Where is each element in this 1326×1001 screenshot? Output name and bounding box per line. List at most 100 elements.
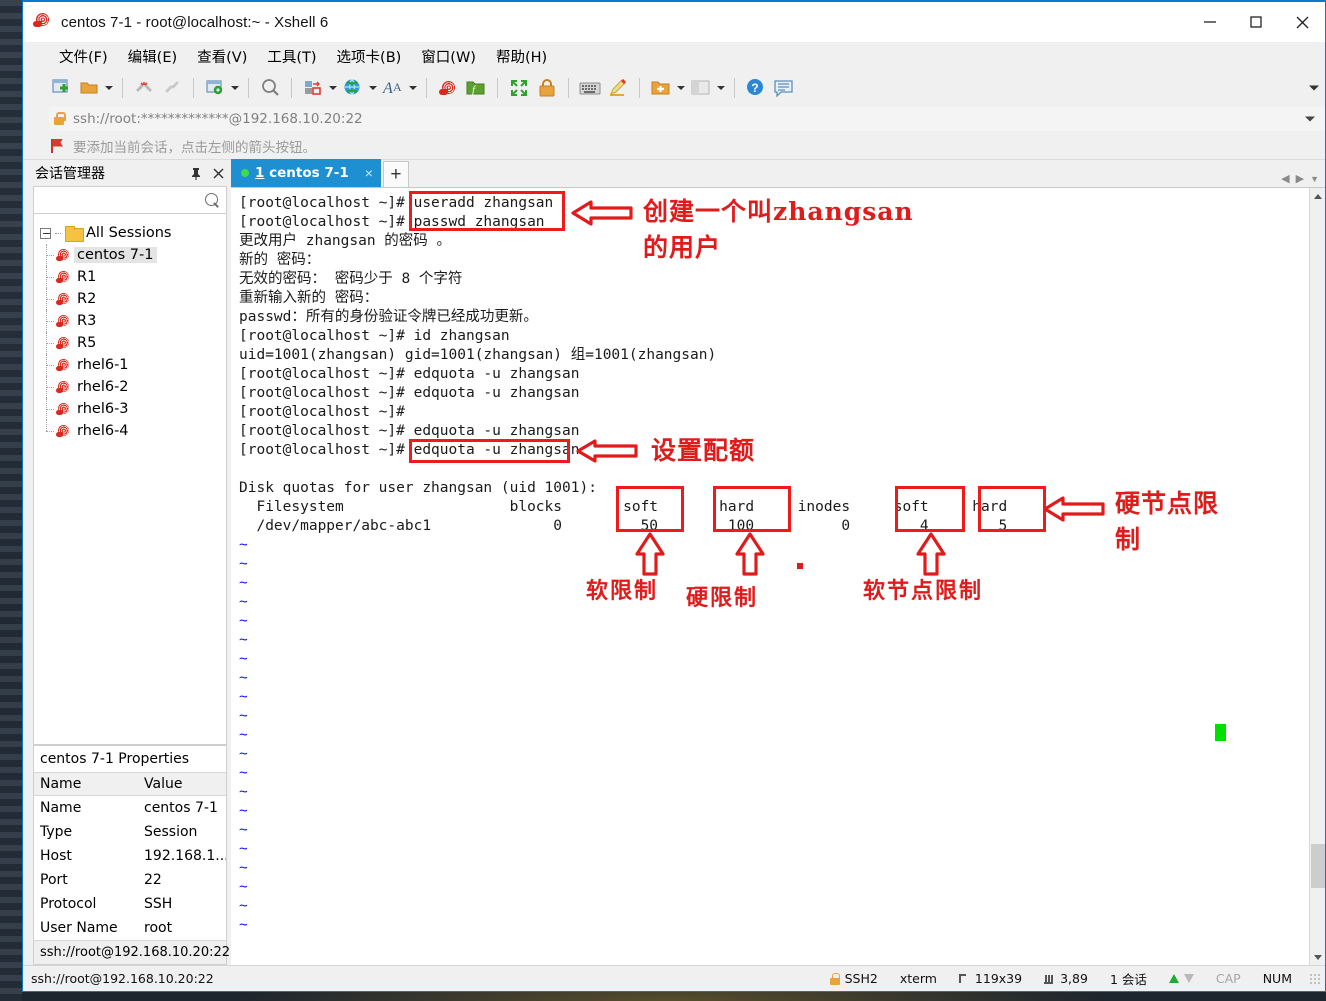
terminal-line: ~ [239,556,248,572]
menu-window[interactable]: 窗口(W) [411,43,486,70]
new-session-icon[interactable] [47,74,75,102]
open-folder-icon[interactable] [75,74,103,102]
close-icon[interactable] [1279,2,1325,42]
tab-scroll-left-icon[interactable]: ◀ [1281,172,1289,185]
sidebar-item-r1[interactable]: R1 [34,266,226,288]
sidebar-item-rhel6-4[interactable]: rhel6-4 [34,420,226,442]
property-name: Protocol [40,896,97,912]
tab-menu-icon[interactable]: ▼ [1310,174,1319,184]
find-icon[interactable] [256,74,284,102]
menu-edit[interactable]: 编辑(E) [118,43,187,70]
terminal-line: ~ [239,670,248,686]
tab-scroll-right-icon[interactable]: ▶ [1296,172,1304,185]
properties-row: Type Session [34,820,226,844]
chevron-down-icon[interactable] [327,75,339,101]
scroll-up-icon[interactable] [1310,188,1326,204]
menu-help[interactable]: 帮助(H) [486,43,557,70]
font-icon[interactable]: AA [379,74,407,102]
toolbar-divider [568,78,569,98]
tab-centos-7-1[interactable]: 1 centos 7-1 × [231,159,381,187]
property-value: root [144,920,173,936]
add-folder-icon[interactable] [647,74,675,102]
session-icon [56,337,71,350]
transfer-icon[interactable] [299,74,327,102]
address-bar: ssh://root:*************@192.168.10.20:2… [23,106,1325,132]
pin-icon[interactable] [187,164,205,182]
status-num: NUM [1262,971,1292,986]
property-value: centos 7-1 [144,800,218,816]
tab-strip: 1 centos 7-1 × + ◀ ▶ ▼ [231,159,1325,188]
property-value: SSH [144,896,173,912]
chevron-down-icon[interactable] [229,75,241,101]
sidebar-item-label: rhel6-4 [77,423,129,439]
menu-tabs[interactable]: 选项卡(B) [327,43,412,70]
terminal-line: [root@localhost ~]# edquota -u zhangsan [239,366,580,382]
terminal-line: 新的 密码： [239,252,321,268]
menu-view[interactable]: 查看(V) [187,43,257,70]
terminal-line: [root@localhost ~]# edquota -u zhangsan [239,442,580,458]
terminal-line: ~ [239,537,248,553]
xshell-icon[interactable] [434,74,462,102]
minimize-icon[interactable] [1187,2,1233,42]
sidebar-item-centos-7-1[interactable]: centos 7-1 [34,244,226,266]
chevron-down-icon[interactable] [675,75,687,101]
chevron-down-icon[interactable] [367,75,379,101]
properties-title: centos 7-1 Properties [40,751,190,767]
help-icon[interactable]: ? [742,74,770,102]
scrollbar-thumb[interactable] [1310,844,1325,888]
sidebar-item-rhel6-1[interactable]: rhel6-1 [34,354,226,376]
chevron-down-icon[interactable] [1305,116,1315,122]
sidebar-item-r3[interactable]: R3 [34,310,226,332]
terminal-line: ~ [239,784,248,800]
close-icon[interactable] [209,164,227,182]
chevron-down-icon[interactable] [103,75,115,101]
layout-icon[interactable] [687,74,715,102]
properties-row: Name centos 7-1 [34,796,226,820]
maximize-icon[interactable] [1233,2,1279,42]
address-input[interactable]: ssh://root:*************@192.168.10.20:2… [49,107,1325,131]
resize-grip-icon[interactable] [1309,972,1321,985]
highlight-icon[interactable] [604,74,632,102]
sidebar-item-rhel6-2[interactable]: rhel6-2 [34,376,226,398]
fullscreen-icon[interactable] [505,74,533,102]
globe-icon[interactable] [339,74,367,102]
chevron-down-icon[interactable] [407,75,419,101]
status-position: 3,89 [1033,971,1099,986]
session-icon [56,293,71,306]
tab-label: 1 centos 7-1 [255,165,349,181]
session-search-input[interactable] [33,186,227,214]
new-tab-button[interactable]: + [382,161,409,187]
disconnect-icon[interactable] [130,74,158,102]
session-icon [56,381,71,394]
menu-file[interactable]: 文件(F) [49,43,118,70]
status-size: 119x39 [948,971,1033,986]
collapse-icon[interactable] [40,227,51,239]
terminal-screen[interactable]: [root@localhost ~]# useradd zhangsan [ro… [231,188,1309,965]
search-icon[interactable] [205,192,220,208]
lock-icon[interactable] [533,74,561,102]
sidebar-item-rhel6-3[interactable]: rhel6-3 [34,398,226,420]
scrollbar-track[interactable] [1310,204,1326,949]
xftp-icon[interactable]: f [462,74,490,102]
reconnect-icon[interactable] [158,74,186,102]
session-icon [56,425,71,438]
scroll-down-icon[interactable] [1310,949,1326,965]
sidebar-item-label: rhel6-2 [77,379,129,395]
properties-panel: centos 7-1 Properties Name Value Name ce… [33,745,230,965]
sidebar-item-r2[interactable]: R2 [34,288,226,310]
close-icon[interactable]: × [355,165,373,181]
toolbar-divider [639,78,640,98]
keyboard-icon[interactable] [576,74,604,102]
menu-tools[interactable]: 工具(T) [257,43,326,70]
sidebar-item-r5[interactable]: R5 [34,332,226,354]
terminal-scrollbar[interactable] [1309,188,1325,965]
feedback-icon[interactable] [770,74,798,102]
status-sessions: 1 会话 [1109,972,1147,987]
session-manager-panel: 会话管理器 All Sessions centos 7-1 R1 R2 R3 R… [23,160,231,965]
terminal-line: [root@localhost ~]# passwd zhangsan [239,214,545,230]
session-properties-icon[interactable] [201,74,229,102]
chevron-down-icon[interactable] [715,75,727,101]
toolbar-overflow-icon[interactable] [1309,85,1319,91]
tree-root-all-sessions[interactable]: All Sessions [34,222,226,244]
tree-connector [55,232,61,234]
